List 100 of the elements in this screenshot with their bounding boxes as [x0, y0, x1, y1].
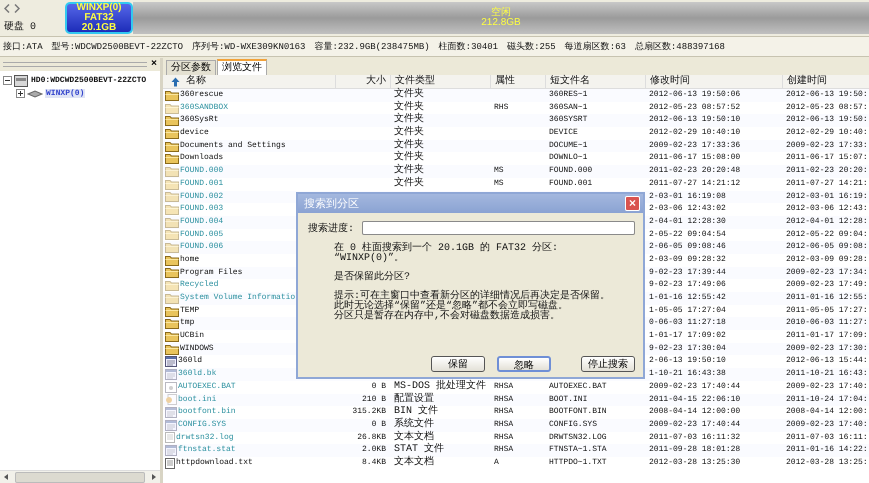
table-cell: 2012-03-09 09:28:	[786, 254, 868, 264]
file-icon	[165, 407, 177, 418]
file-name[interactable]: Recycled	[180, 279, 218, 292]
dialog-button[interactable]: 停止搜索	[581, 356, 635, 372]
file-name[interactable]: FOUND.005	[180, 228, 224, 242]
close-button[interactable]: ×	[146, 60, 157, 70]
table-cell: 2008-04-14 12:00:00	[649, 407, 740, 416]
disk-info-text: 柱面数:30401	[438, 40, 498, 53]
close-button[interactable]: ×	[625, 196, 640, 211]
table-cell: 9-02-23 17:30:04	[649, 344, 726, 353]
file-name[interactable]: Documents and Settings	[180, 140, 286, 152]
file-name[interactable]: WINDOWS	[180, 342, 214, 356]
table-cell: 2-03-06 12:43:02	[649, 204, 726, 214]
file-name[interactable]: CONFIG.SYS	[178, 418, 226, 432]
tree-item[interactable]: WINXP(0)	[45, 89, 86, 98]
expander-toggle[interactable]	[3, 76, 12, 85]
table-cell: DOWNLO~1	[549, 153, 588, 162]
message-text: 在 0 柱面搜索到一个 20.1GB 的 FAT32 分区:	[333, 244, 560, 254]
column-header[interactable]: 创建时间	[787, 76, 827, 87]
table-cell: 2009-02-23 17:33:36	[649, 140, 740, 150]
table-cell: 2009-02-23 17:49:	[786, 280, 868, 290]
file-name[interactable]: FOUND.000	[180, 165, 224, 178]
folder-icon	[165, 90, 179, 101]
file-name[interactable]: TEMP	[180, 304, 200, 318]
file-name[interactable]: device	[180, 127, 209, 140]
file-name[interactable]: AUTOEXEC.BAT	[178, 380, 236, 394]
partition-block[interactable]: WINXP(0) FAT32 20.1GB	[65, 2, 133, 34]
file-name[interactable]: drwtsn32.log	[176, 432, 234, 444]
table-cell: 2010-06-03 11:27:	[786, 318, 868, 328]
file-name[interactable]: ftnstat.stat	[178, 444, 236, 457]
dialog-button[interactable]: 保留	[431, 356, 485, 372]
table-cell: RHSA	[494, 420, 514, 429]
table-cell: 9-02-23 17:39:44	[649, 268, 726, 277]
horizontal-scrollbar[interactable]	[0, 470, 160, 483]
table-cell: 2011-07-03 16:11:32	[649, 432, 740, 442]
table-cell: 2012-06-13 19:50:	[786, 115, 868, 124]
table-cell: RHSA	[494, 382, 514, 391]
table-cell: 2-03-09 09:28:32	[649, 254, 726, 264]
table-cell: 360SAN~1	[549, 102, 588, 112]
column-header[interactable]: 修改时间	[650, 76, 690, 87]
table-cell: 2009-02-23 17:40:44	[649, 420, 740, 429]
disk-info-text: 接口:ATA	[3, 40, 43, 53]
dialog-button[interactable]: 忽略	[497, 356, 551, 372]
column-header[interactable]: 文件类型	[395, 76, 435, 87]
table-cell: 2011-07-27 14:21:	[786, 178, 868, 188]
table-cell: RHSA	[494, 445, 514, 454]
table-cell: 1-01-17 17:09:02	[649, 331, 726, 340]
column-header[interactable]: 属性	[495, 76, 515, 87]
folder-icon	[165, 292, 179, 304]
folder-icon	[165, 153, 179, 164]
table-cell: 文件夹	[394, 102, 424, 113]
hint-text: 分区只是暂存在内存中,不会对磁盘数据造成损害。	[333, 312, 562, 322]
table-cell: 360RES~1	[549, 90, 588, 99]
file-name[interactable]: httpdownload.txt	[176, 456, 253, 470]
up-arrow-icon[interactable]	[171, 76, 180, 86]
tab[interactable]: 浏览文件	[217, 59, 267, 75]
column-header[interactable]: 大小	[366, 76, 386, 87]
table-cell: 2-03-01 16:19:08	[649, 192, 726, 200]
file-name[interactable]: 360SANDBOX	[180, 102, 228, 114]
file-icon	[165, 445, 177, 456]
file-name[interactable]: 360SysRt	[180, 114, 218, 128]
file-name[interactable]: Program Files	[180, 266, 242, 280]
text-file-icon	[165, 432, 175, 444]
file-name[interactable]: 360ld	[178, 355, 202, 368]
file-name[interactable]: boot.ini	[178, 394, 216, 406]
file-name[interactable]: home	[180, 254, 200, 267]
table-cell: 文本文档	[394, 432, 434, 443]
folder-icon	[165, 242, 179, 254]
file-name[interactable]: 360ld.bk	[178, 368, 216, 381]
folder-icon	[165, 166, 179, 177]
batch-file-icon	[165, 382, 177, 393]
tab[interactable]: 分区参数	[166, 60, 216, 75]
folder-icon	[165, 267, 179, 278]
file-name[interactable]: FOUND.006	[180, 241, 224, 254]
file-name[interactable]: FOUND.001	[180, 178, 224, 191]
file-name[interactable]: FOUND.003	[180, 203, 224, 216]
table-cell: 2012-06-13 15:44:	[786, 356, 868, 366]
file-name[interactable]: FOUND.002	[180, 190, 224, 204]
file-name[interactable]: UCBin	[180, 330, 204, 343]
file-name[interactable]: tmp	[180, 317, 194, 330]
file-name[interactable]: Downloads	[180, 152, 224, 166]
table-cell: 2009-02-23 17:30:	[786, 344, 868, 353]
file-name[interactable]: bootfont.bin	[178, 406, 236, 419]
column-header[interactable]: 名称	[186, 75, 206, 88]
disk-info-text: 序列号:WD-WXE309KN0163	[192, 40, 306, 53]
table-cell: 2011-10-21 16:43:	[786, 369, 868, 378]
file-icon	[165, 368, 177, 380]
table-cell: 文件夹	[394, 127, 424, 138]
tree-item[interactable]: HD0:WDCWD2500BEVT-22ZCTO	[30, 76, 148, 85]
column-header[interactable]: 短文件名	[550, 76, 590, 87]
table-cell: 2012-03-28 13:25:30	[649, 458, 740, 467]
table-cell: 2012-03-06 12:43:	[786, 204, 868, 214]
file-name[interactable]: FOUND.004	[180, 216, 224, 229]
file-name[interactable]: System Volume Informatio	[180, 292, 296, 305]
table-cell: 0-06-03 11:27:18	[649, 318, 726, 328]
expander-toggle[interactable]	[16, 89, 25, 98]
table-cell: 1-05-05 17:27:04	[649, 306, 726, 315]
file-name[interactable]: 360rescue	[180, 89, 224, 102]
table-cell: 文件夹	[394, 152, 424, 164]
table-cell: 2009-02-23 17:40:	[786, 382, 868, 391]
